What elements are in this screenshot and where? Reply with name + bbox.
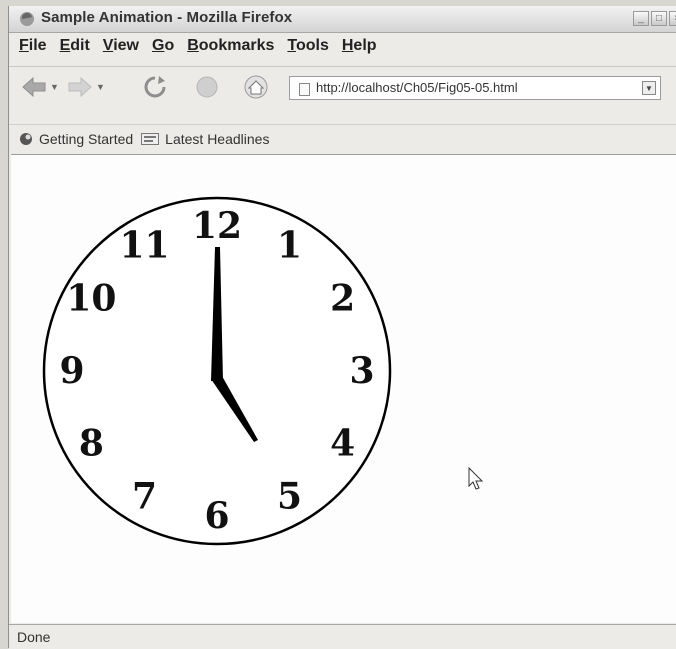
home-icon [244, 75, 268, 99]
analog-clock: 12 12 3 45 6 78 9 1011 [42, 196, 392, 546]
navigation-toolbar: ▼ ▼ http://localhost/Ch05/Fig05-05.html … [9, 66, 676, 107]
page-icon [299, 83, 310, 96]
minimize-button[interactable]: _ [633, 11, 649, 26]
window-title: Sample Animation - Mozilla Firefox [41, 9, 293, 26]
bookmarks-toolbar: Getting Started Latest Headlines [9, 124, 676, 152]
bookmark-getting-started[interactable]: Getting Started [19, 131, 133, 147]
url-text: http://localhost/Ch05/Fig05-05.html [316, 80, 518, 95]
back-dropdown-icon[interactable]: ▼ [50, 82, 59, 92]
page-content: 12 1 2 3 4 5 6 7 8 9 10 11 [11, 154, 676, 623]
stop-button[interactable] [195, 75, 219, 99]
clock-numeral-12: 12 [192, 205, 242, 247]
forward-arrow-icon [68, 76, 92, 98]
status-text: Done [17, 629, 51, 645]
rss-feed-icon [141, 132, 160, 145]
browser-window: Sample Animation - Mozilla Firefox _ □ ×… [8, 6, 676, 649]
clock-numeral-2: 2 [330, 278, 355, 320]
clock-numeral-8: 8 [79, 423, 104, 465]
menu-view[interactable]: View [101, 37, 150, 55]
bookmark-icon [20, 132, 32, 145]
title-bar[interactable]: Sample Animation - Mozilla Firefox _ □ × [9, 6, 676, 33]
menu-bookmarks[interactable]: Bookmarks [185, 37, 285, 55]
back-button[interactable]: ▼ [21, 75, 59, 99]
stop-icon [196, 76, 218, 98]
menu-file[interactable]: File [17, 37, 58, 55]
clock-numeral-3: 3 [349, 350, 374, 392]
reload-button[interactable] [143, 75, 167, 99]
menu-bar: File Edit View Go Bookmarks Tools Help [9, 33, 676, 59]
forward-dropdown-icon[interactable]: ▼ [96, 82, 105, 92]
close-button[interactable]: × [669, 11, 676, 26]
home-button[interactable] [243, 75, 269, 99]
clock-numeral-7: 7 [132, 476, 157, 518]
clock-numeral-4: 4 [330, 423, 355, 465]
back-arrow-icon [22, 76, 46, 98]
menu-edit[interactable]: Edit [58, 37, 101, 55]
address-bar[interactable]: http://localhost/Ch05/Fig05-05.html ▼ [289, 76, 661, 100]
url-dropdown-icon[interactable]: ▼ [642, 81, 656, 95]
clock-numeral-5: 5 [277, 476, 302, 518]
menu-help[interactable]: Help [340, 37, 388, 55]
clock-numeral-11: 11 [119, 224, 169, 266]
window-controls: _ □ × [633, 11, 676, 26]
clock-numeral-10: 10 [66, 278, 116, 320]
clock-numeral-6: 6 [204, 495, 229, 537]
reload-icon [144, 76, 166, 98]
mouse-cursor-icon [468, 467, 484, 490]
menu-go[interactable]: Go [150, 37, 185, 55]
status-bar: Done [9, 624, 676, 649]
forward-button[interactable]: ▼ [67, 75, 105, 99]
bookmark-latest-headlines[interactable]: Latest Headlines [141, 131, 269, 147]
clock-numeral-1: 1 [277, 224, 302, 266]
clock-numeral-9: 9 [59, 350, 84, 392]
menu-tools[interactable]: Tools [285, 37, 339, 55]
firefox-icon [20, 12, 34, 26]
maximize-button[interactable]: □ [651, 11, 667, 26]
